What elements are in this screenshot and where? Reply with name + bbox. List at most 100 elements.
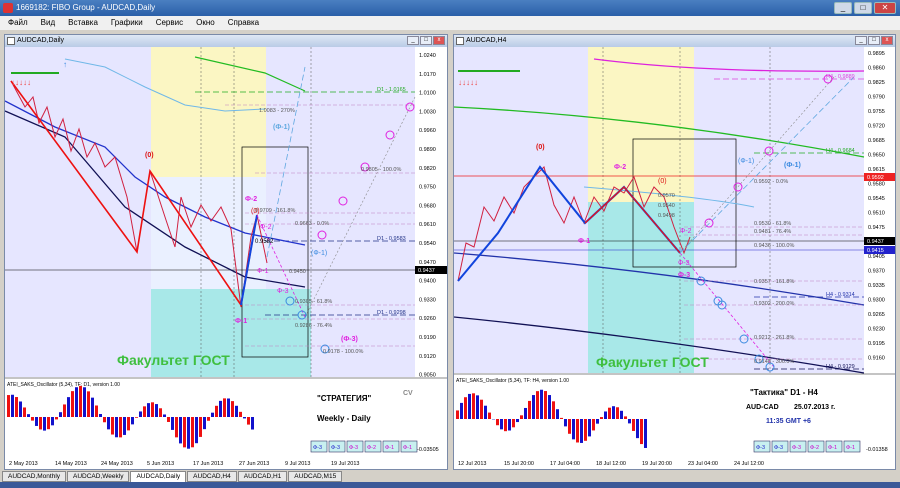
svg-text:Ф-2: Ф-2 bbox=[260, 224, 272, 231]
price-tick: 0.9475 bbox=[868, 225, 885, 231]
menu-tools[interactable]: Сервис bbox=[156, 16, 183, 30]
wave-button-label[interactable]: Ф-1 bbox=[403, 445, 412, 451]
svg-text:Ф-3: Ф-3 bbox=[678, 272, 690, 279]
menu-window[interactable]: Окно bbox=[196, 16, 215, 30]
tab-h1[interactable]: AUDCAD,H1 bbox=[237, 471, 288, 482]
wave-button-label[interactable]: Ф-3 bbox=[349, 445, 358, 451]
wave-button-label[interactable]: Ф-3 bbox=[774, 445, 783, 451]
price-tick: 0.9650 bbox=[868, 153, 885, 159]
date-tick: 23 Jul 04:00 bbox=[688, 461, 718, 467]
wave-button-label[interactable]: Ф-1 bbox=[846, 445, 855, 451]
osc-bar bbox=[247, 417, 250, 425]
osc-bar bbox=[103, 417, 106, 423]
chart-window-h4[interactable]: AUDCAD,H4 _ □ x 0.9895 0.9860 0.9825 0.9790… bbox=[453, 34, 896, 470]
price-tick: 0.9265 bbox=[868, 312, 885, 318]
chart-close-button[interactable]: x bbox=[881, 36, 893, 45]
osc-bar bbox=[512, 419, 515, 428]
osc-bar bbox=[636, 419, 639, 439]
date-tick: 14 May 2013 bbox=[55, 461, 87, 467]
date-tick: 19 Jul 20:00 bbox=[642, 461, 672, 467]
price-tick: 0.9755 bbox=[868, 109, 885, 115]
osc-bar bbox=[556, 409, 559, 419]
wave-button-label[interactable]: Ф-2 bbox=[810, 445, 819, 451]
menu-help[interactable]: Справка bbox=[228, 16, 259, 30]
tab-monthly[interactable]: AUDCAD,Monthly bbox=[2, 471, 67, 482]
osc-bar bbox=[572, 419, 575, 440]
h4-chart-canvas[interactable]: 0.9895 0.9860 0.9825 0.9790 0.9755 0.9720 0.96… bbox=[454, 47, 895, 469]
chart-title: AUDCAD,Daily bbox=[17, 37, 65, 44]
price-tick: 1.0240 bbox=[419, 53, 436, 59]
osc-bar bbox=[187, 417, 190, 449]
menu-insert[interactable]: Вставка bbox=[68, 16, 98, 30]
osc-bar bbox=[203, 417, 206, 430]
osc-bar bbox=[67, 397, 70, 417]
wave-button-label[interactable]: Ф-3 bbox=[313, 445, 322, 451]
osc-bar bbox=[131, 417, 134, 425]
chart-window-daily[interactable]: AUDCAD,Daily _ □ x 1.0240 1.0170 1.0100 1.0… bbox=[4, 34, 448, 470]
menu-charts[interactable]: Графики bbox=[111, 16, 143, 30]
arrow-up-icon: ↑ bbox=[63, 60, 67, 69]
chart-title-bar: AUDCAD,Daily _ □ x bbox=[5, 35, 447, 47]
blue-price-label: 0.9415 bbox=[867, 248, 884, 254]
svg-text:(0): (0) bbox=[251, 208, 260, 215]
close-button[interactable]: ✕ bbox=[874, 2, 896, 14]
watermark: Факультет ГОСТ bbox=[596, 354, 709, 370]
date-tick: 2 May 2013 bbox=[9, 461, 38, 467]
svg-text:0.9570: 0.9570 bbox=[658, 193, 675, 199]
minimize-button[interactable]: _ bbox=[834, 2, 852, 14]
fibo-zone-yellow bbox=[151, 47, 266, 177]
daily-chart-canvas[interactable]: 1.0240 1.0170 1.0100 1.0030 0.9960 0.9890 0.98… bbox=[5, 47, 447, 469]
chart-close-button[interactable]: x bbox=[433, 36, 445, 45]
wave-button-label[interactable]: Ф-1 bbox=[385, 445, 394, 451]
osc-bar bbox=[91, 397, 94, 417]
wave-button-label[interactable]: Ф-2 bbox=[367, 445, 376, 451]
wave-button-label[interactable]: Ф-3 bbox=[792, 445, 801, 451]
menu-file[interactable]: Файл bbox=[8, 16, 28, 30]
date-tick: 18 Jul 12:00 bbox=[596, 461, 626, 467]
strategy-sub: Weekly - Daily bbox=[317, 414, 371, 423]
tab-m15[interactable]: AUDCAD,M15 bbox=[288, 471, 343, 482]
osc-bar bbox=[215, 405, 218, 417]
tab-h4[interactable]: AUDCAD,H4 bbox=[187, 471, 237, 482]
osc-bar bbox=[127, 417, 130, 431]
svg-text:0.9148 - 300.0%: 0.9148 - 300.0% bbox=[754, 359, 794, 365]
price-tick: 0.9820 bbox=[419, 166, 436, 172]
osc-bar bbox=[43, 417, 46, 431]
osc-bar bbox=[167, 417, 170, 422]
svg-text:0.9805 - 100.0%: 0.9805 - 100.0% bbox=[361, 167, 401, 173]
chart-icon bbox=[456, 37, 464, 45]
osc-bar bbox=[147, 403, 150, 417]
chart-maximize-button[interactable]: □ bbox=[868, 36, 880, 45]
osc-bar bbox=[223, 398, 226, 417]
date-tick: 12 Jul 2013 bbox=[458, 461, 486, 467]
tactic-title: "Тактика" D1 - H4 bbox=[750, 388, 818, 397]
osc-bar bbox=[179, 417, 182, 444]
osc-bar bbox=[592, 419, 595, 431]
osc-bar bbox=[19, 401, 22, 417]
last-price-label: 0.9437 bbox=[867, 239, 884, 245]
osc-bar bbox=[87, 391, 90, 417]
price-tick: 0.9580 bbox=[868, 182, 885, 188]
tab-weekly[interactable]: AUDCAD,Weekly bbox=[67, 471, 130, 482]
fibo-zone-cyan bbox=[588, 202, 694, 373]
wave-button-label[interactable]: Ф-3 bbox=[756, 445, 765, 451]
menu-view[interactable]: Вид bbox=[41, 16, 55, 30]
svg-text:(Ф-1): (Ф-1) bbox=[738, 158, 754, 165]
svg-text:(Ф-1): (Ф-1) bbox=[273, 124, 290, 131]
chart-minimize-button[interactable]: _ bbox=[407, 36, 419, 45]
svg-text:(Ф-1): (Ф-1) bbox=[784, 162, 801, 169]
wave-button-label[interactable]: Ф-3 bbox=[331, 445, 340, 451]
cv-label: CV bbox=[403, 390, 413, 397]
osc-bar bbox=[552, 401, 555, 419]
chart-maximize-button[interactable]: □ bbox=[420, 36, 432, 45]
osc-bar bbox=[135, 417, 138, 418]
osc-bar bbox=[640, 419, 643, 445]
chart-minimize-button[interactable]: _ bbox=[855, 36, 867, 45]
price-tick: 0.9400 bbox=[419, 279, 436, 285]
tab-daily[interactable]: AUDCAD,Daily bbox=[130, 471, 187, 482]
osc-bar bbox=[239, 411, 242, 417]
maximize-button[interactable]: □ bbox=[854, 2, 872, 14]
wave-button-label[interactable]: Ф-1 bbox=[828, 445, 837, 451]
osc-bar bbox=[139, 411, 142, 417]
date-tick: 19 Jul 2013 bbox=[331, 461, 359, 467]
